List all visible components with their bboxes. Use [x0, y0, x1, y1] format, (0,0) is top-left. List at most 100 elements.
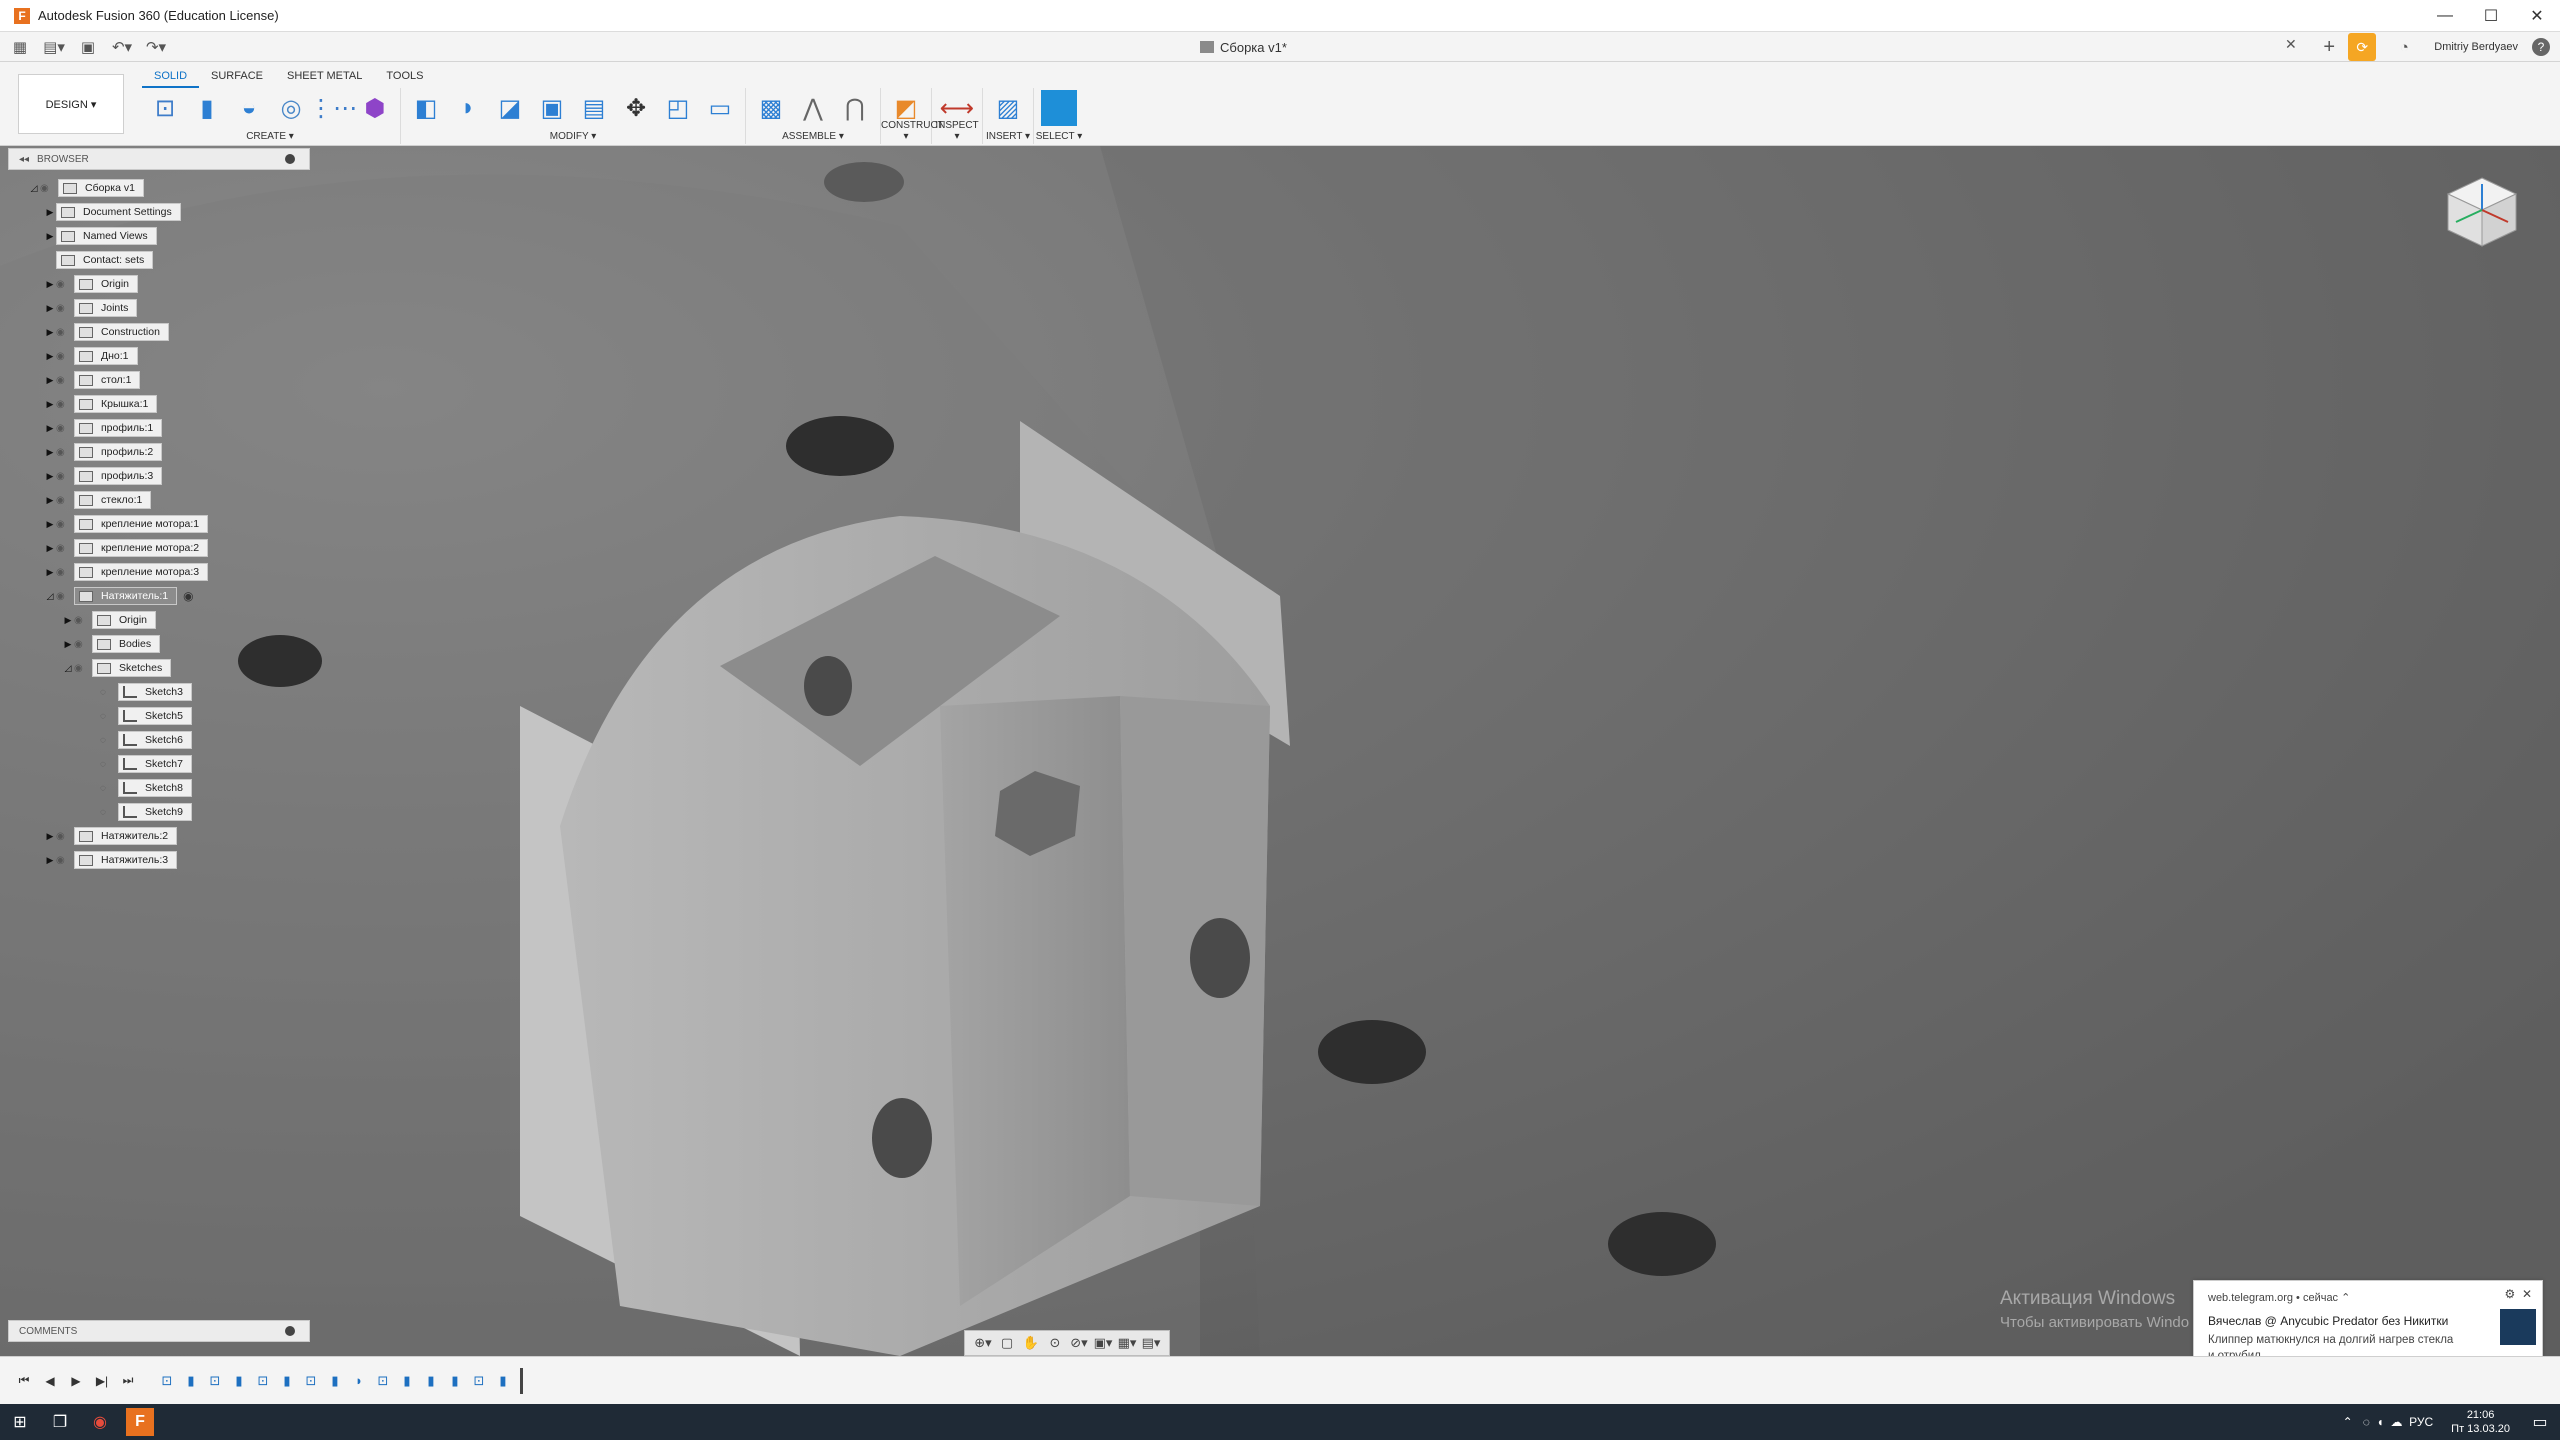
- timeline-extrude-icon[interactable]: ▮: [228, 1372, 250, 1390]
- timeline-extrude-icon[interactable]: ▮: [276, 1372, 298, 1390]
- expand-arrow-icon[interactable]: ▶: [44, 375, 56, 386]
- notifications-icon[interactable]: ◔: [2390, 35, 2418, 59]
- action-center-icon[interactable]: ▭: [2520, 1404, 2560, 1440]
- look-at-icon[interactable]: ▢: [995, 1333, 1019, 1353]
- collapse-arrow-icon[interactable]: ◿: [62, 663, 74, 674]
- visibility-eye-icon[interactable]: ◉: [56, 399, 70, 410]
- redo-icon[interactable]: ↷▾: [142, 35, 170, 59]
- select-menu[interactable]: SELECT ▾: [1034, 131, 1084, 142]
- timeline-extrude-icon[interactable]: ▮: [324, 1372, 346, 1390]
- step-forward-icon[interactable]: ▶|: [90, 1369, 114, 1393]
- clock[interactable]: 21:06 Пт 13.03.20: [2451, 1408, 2510, 1436]
- tree-node[interactable]: ◌ Sketch8: [100, 778, 192, 798]
- tree-node[interactable]: ▶ ◉ Натяжитель:3: [44, 850, 178, 870]
- maximize-button[interactable]: ☐: [2468, 0, 2514, 32]
- tab-sheet-metal[interactable]: SHEET METAL: [275, 66, 374, 88]
- tab-surface[interactable]: SURFACE: [199, 66, 275, 88]
- tab-tools[interactable]: TOOLS: [374, 66, 435, 88]
- select-icon[interactable]: [1041, 90, 1077, 126]
- scale-icon[interactable]: ◰: [660, 90, 696, 126]
- assemble-menu[interactable]: ASSEMBLE ▾: [746, 131, 880, 142]
- timeline-fillet-icon[interactable]: ◗: [348, 1372, 370, 1390]
- tree-node[interactable]: ▶ ◉ профиль:2: [44, 442, 163, 462]
- visibility-eye-icon[interactable]: ◌: [100, 735, 114, 746]
- expand-arrow-icon[interactable]: ▶: [44, 399, 56, 410]
- hole-icon[interactable]: ◎: [273, 90, 309, 126]
- expand-arrow-icon[interactable]: ▶: [44, 423, 56, 434]
- visibility-eye-icon[interactable]: ◉: [56, 831, 70, 842]
- visibility-eye-icon[interactable]: ◉: [56, 855, 70, 866]
- chamfer-icon[interactable]: ◪: [492, 90, 528, 126]
- undo-icon[interactable]: ↶▾: [108, 35, 136, 59]
- tree-node-selected[interactable]: ◿ ◉ Натяжитель:1 ◉: [44, 586, 194, 606]
- document-tab[interactable]: Сборка v1*: [1200, 36, 1287, 58]
- close-tab-icon[interactable]: ✕: [2285, 36, 2297, 53]
- tree-node[interactable]: ▶ ◉ крепление мотора:3: [44, 562, 209, 582]
- visibility-eye-icon[interactable]: ◉: [74, 615, 88, 626]
- expand-arrow-icon[interactable]: ▶: [44, 567, 56, 578]
- expand-arrow-icon[interactable]: ▶: [44, 471, 56, 482]
- tree-node[interactable]: ▶ ◉ профиль:1: [44, 418, 163, 438]
- collapse-arrow-icon[interactable]: ◿: [44, 591, 56, 602]
- display-settings-icon[interactable]: ▣▾: [1091, 1333, 1115, 1353]
- expand-arrow-icon[interactable]: ▶: [62, 639, 74, 650]
- timeline-sketch-icon[interactable]: ⊡: [468, 1372, 490, 1390]
- inspect-menu[interactable]: INSPECT ▾: [932, 120, 982, 142]
- go-to-end-icon[interactable]: ⏭: [116, 1369, 140, 1393]
- notification-settings-icon[interactable]: ⚙: [2505, 1287, 2516, 1301]
- insert-image-icon[interactable]: ▨: [990, 90, 1026, 126]
- visibility-eye-icon[interactable]: ◉: [56, 495, 70, 506]
- timeline-marker[interactable]: [520, 1367, 523, 1394]
- construct-menu[interactable]: CONSTRUCT ▾: [881, 120, 944, 142]
- notification-close-icon[interactable]: ✕: [2522, 1287, 2532, 1301]
- visibility-eye-icon[interactable]: ◉: [56, 279, 70, 290]
- pan-icon[interactable]: ✋: [1019, 1333, 1043, 1353]
- visibility-eye-icon[interactable]: ◌: [100, 687, 114, 698]
- timeline-extrude-icon[interactable]: ▮: [420, 1372, 442, 1390]
- go-to-start-icon[interactable]: ⏮: [12, 1369, 36, 1393]
- tree-node[interactable]: ▶ ◉ Натяжитель:2: [44, 826, 178, 846]
- tree-node[interactable]: ◿ ◉ Сборка v1: [28, 178, 144, 198]
- expand-arrow-icon[interactable]: ▶: [44, 519, 56, 530]
- task-view-icon[interactable]: ❐: [40, 1404, 80, 1440]
- tree-node[interactable]: ▶ ◉ Крышка:1: [44, 394, 158, 414]
- cloud-icon[interactable]: ☁: [2390, 1415, 2402, 1429]
- move-icon[interactable]: ✥: [618, 90, 654, 126]
- tree-node[interactable]: ◌ Sketch7: [100, 754, 192, 774]
- timeline-sketch-icon[interactable]: ⊡: [300, 1372, 322, 1390]
- revolve-icon[interactable]: ◒: [231, 90, 267, 126]
- pattern-icon[interactable]: ⋮⋯: [309, 90, 357, 126]
- visibility-eye-icon[interactable]: ◉: [56, 423, 70, 434]
- shell-icon[interactable]: ▣: [534, 90, 570, 126]
- tree-node[interactable]: ▶ ◉ крепление мотора:2: [44, 538, 209, 558]
- expand-arrow-icon[interactable]: ▶: [44, 447, 56, 458]
- save-icon[interactable]: ▣: [74, 35, 102, 59]
- comments-header[interactable]: COMMENTS: [8, 1320, 310, 1342]
- activate-radio-icon[interactable]: ◉: [183, 589, 193, 603]
- expand-arrow-icon[interactable]: ▶: [44, 279, 56, 290]
- browser-header[interactable]: ◂◂ BROWSER: [8, 148, 310, 170]
- expand-arrow-icon[interactable]: ▶: [44, 303, 56, 314]
- visibility-eye-icon[interactable]: ◉: [56, 519, 70, 530]
- language-indicator[interactable]: РУС: [2409, 1415, 2433, 1429]
- model-render[interactable]: [0, 146, 2560, 1356]
- timeline-extrude-icon[interactable]: ▮: [396, 1372, 418, 1390]
- timeline-sketch-icon[interactable]: ⊡: [252, 1372, 274, 1390]
- create-menu[interactable]: CREATE ▾: [140, 131, 400, 142]
- play-icon[interactable]: ▶: [64, 1369, 88, 1393]
- timeline-sketch-icon[interactable]: ⊡: [156, 1372, 178, 1390]
- fit-icon[interactable]: ⊘▾: [1067, 1333, 1091, 1353]
- collapse-arrow-icon[interactable]: ◿: [28, 183, 40, 194]
- insert-menu[interactable]: INSERT ▾: [983, 131, 1033, 142]
- tree-node[interactable]: ◌ Sketch3: [100, 682, 192, 702]
- expand-arrow-icon[interactable]: ▶: [44, 231, 56, 242]
- modify-menu[interactable]: MODIFY ▾: [401, 131, 745, 142]
- visibility-eye-icon[interactable]: ◌: [100, 711, 114, 722]
- tree-node[interactable]: ▶ ◉ Дно:1: [44, 346, 138, 366]
- sketch-icon[interactable]: ⊡: [147, 90, 183, 126]
- fillet-icon[interactable]: ◗: [450, 90, 486, 126]
- expand-arrow-icon[interactable]: ▶: [44, 351, 56, 362]
- timeline-extrude-icon[interactable]: ▮: [180, 1372, 202, 1390]
- expand-arrow-icon[interactable]: ▶: [44, 831, 56, 842]
- press-pull-icon[interactable]: ◧: [408, 90, 444, 126]
